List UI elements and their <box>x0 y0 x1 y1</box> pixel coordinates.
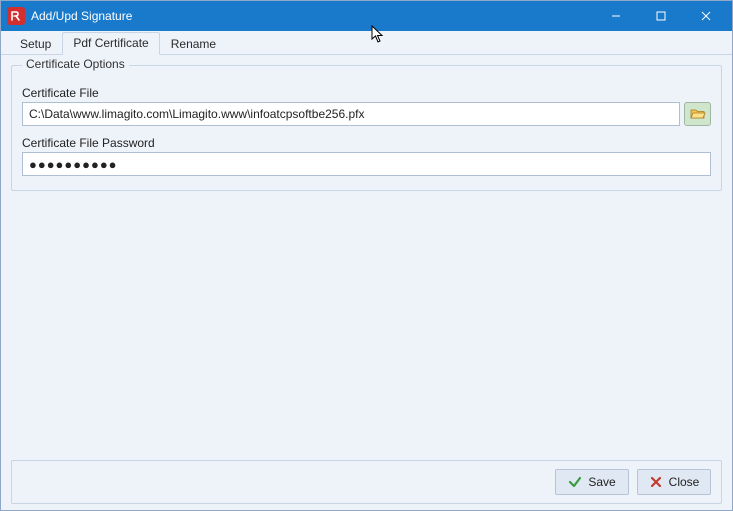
certificate-password-input[interactable]: ●●●●●●●●●● <box>22 152 711 176</box>
app-icon <box>7 7 25 25</box>
close-window-button[interactable] <box>683 1 728 31</box>
tab-content: Certificate Options Certificate File Cer… <box>1 55 732 460</box>
window-controls <box>593 1 728 31</box>
certificate-password-label: Certificate File Password <box>22 136 711 150</box>
certificate-file-input[interactable] <box>22 102 680 126</box>
save-button[interactable]: Save <box>555 469 629 495</box>
check-icon <box>568 475 582 489</box>
browse-button[interactable] <box>684 102 711 126</box>
certificate-password-row: ●●●●●●●●●● <box>22 152 711 176</box>
certificate-file-label: Certificate File <box>22 86 711 100</box>
tab-setup[interactable]: Setup <box>9 33 62 55</box>
maximize-button[interactable] <box>638 1 683 31</box>
dialog-window: Add/Upd Signature Setup Pdf Certificate … <box>0 0 733 511</box>
tab-pdf-certificate[interactable]: Pdf Certificate <box>62 32 159 55</box>
window-title: Add/Upd Signature <box>31 9 132 23</box>
close-label: Close <box>669 475 700 489</box>
groupbox-title: Certificate Options <box>22 57 129 71</box>
close-icon <box>649 475 663 489</box>
certificate-file-row <box>22 102 711 126</box>
folder-open-icon <box>690 107 706 121</box>
tab-rename[interactable]: Rename <box>160 33 227 55</box>
titlebar: Add/Upd Signature <box>1 1 732 31</box>
footer-bar: Save Close <box>11 460 722 504</box>
close-button[interactable]: Close <box>637 469 711 495</box>
minimize-button[interactable] <box>593 1 638 31</box>
certificate-options-group: Certificate Options Certificate File Cer… <box>11 65 722 191</box>
tabs-bar: Setup Pdf Certificate Rename <box>1 31 732 55</box>
save-label: Save <box>588 475 615 489</box>
